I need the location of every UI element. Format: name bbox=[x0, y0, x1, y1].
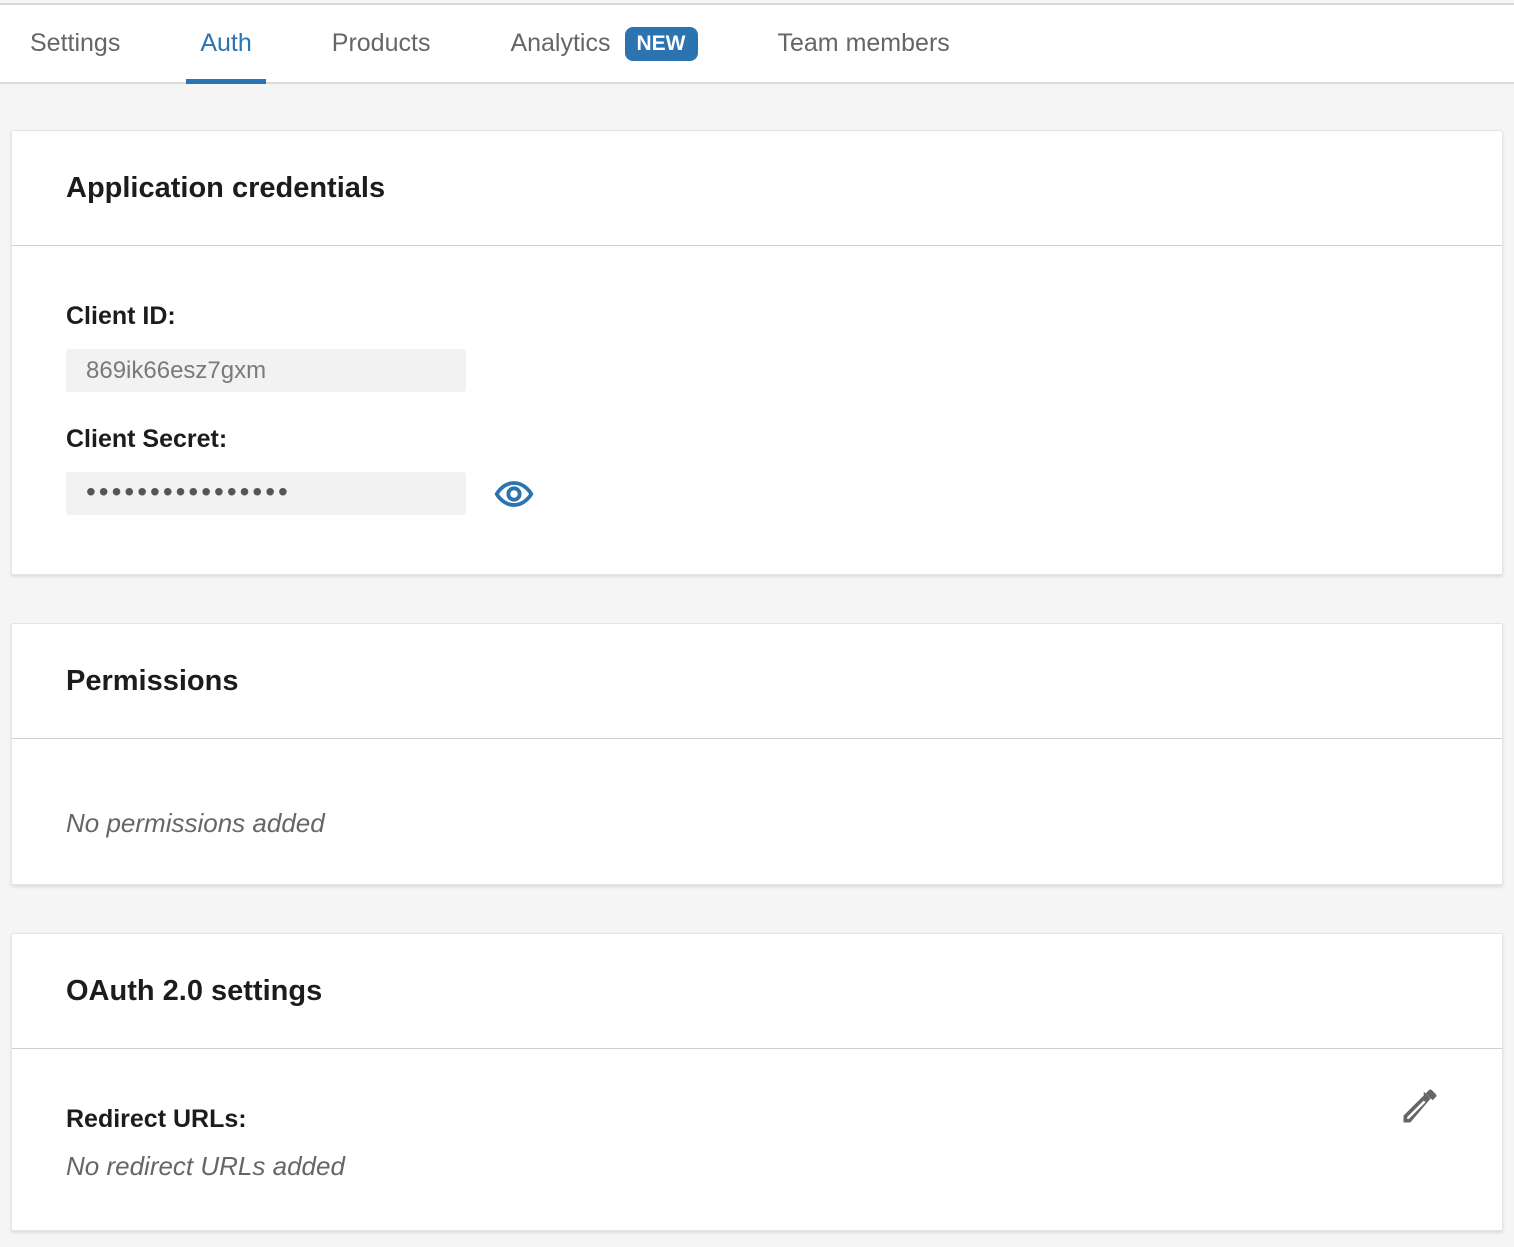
pencil-icon bbox=[1398, 1084, 1442, 1128]
application-credentials-card: Application credentials Client ID: 869ik… bbox=[11, 130, 1503, 575]
application-credentials-title: Application credentials bbox=[66, 172, 385, 205]
tab-products-label: Products bbox=[332, 29, 431, 58]
client-id-field[interactable]: 869ik66esz7gxm bbox=[66, 349, 466, 392]
oauth-settings-card: OAuth 2.0 settings Redirect URLs: No red… bbox=[11, 933, 1503, 1231]
reveal-secret-button[interactable] bbox=[494, 474, 534, 514]
permissions-title: Permissions bbox=[66, 665, 238, 698]
client-secret-label: Client Secret: bbox=[66, 425, 1448, 454]
eye-icon bbox=[494, 474, 534, 514]
redirect-urls-label: Redirect URLs: bbox=[66, 1105, 1448, 1134]
tab-products[interactable]: Products bbox=[332, 5, 431, 82]
oauth-settings-title: OAuth 2.0 settings bbox=[66, 975, 322, 1008]
auth-tab-content: Application credentials Client ID: 869ik… bbox=[0, 84, 1514, 1245]
tab-auth-label: Auth bbox=[200, 29, 251, 58]
tab-team-members[interactable]: Team members bbox=[778, 5, 950, 82]
edit-redirect-urls-button[interactable] bbox=[1398, 1084, 1442, 1128]
client-id-label: Client ID: bbox=[66, 302, 1448, 331]
client-secret-field[interactable]: •••••••••••••••• bbox=[66, 472, 466, 515]
oauth-settings-body: Redirect URLs: No redirect URLs added bbox=[12, 1049, 1502, 1230]
redirect-urls-empty-text: No redirect URLs added bbox=[66, 1151, 1448, 1181]
tab-settings[interactable]: Settings bbox=[30, 5, 120, 82]
permissions-body: No permissions added bbox=[12, 739, 1502, 884]
application-credentials-body: Client ID: 869ik66esz7gxm Client Secret:… bbox=[12, 246, 1502, 574]
tab-auth[interactable]: Auth bbox=[200, 5, 251, 82]
application-credentials-header: Application credentials bbox=[12, 131, 1502, 246]
permissions-card: Permissions No permissions added bbox=[11, 623, 1503, 885]
tab-settings-label: Settings bbox=[30, 29, 120, 58]
tab-analytics[interactable]: Analytics NEW bbox=[510, 5, 697, 82]
client-id-value: 869ik66esz7gxm bbox=[86, 357, 266, 385]
tab-bar: Settings Auth Products Analytics NEW Tea… bbox=[0, 3, 1514, 84]
new-badge: NEW bbox=[625, 27, 698, 61]
oauth-settings-header: OAuth 2.0 settings bbox=[12, 934, 1502, 1049]
permissions-header: Permissions bbox=[12, 624, 1502, 739]
permissions-empty-text: No permissions added bbox=[66, 808, 1448, 838]
client-secret-masked-value: •••••••••••••••• bbox=[86, 478, 291, 506]
client-secret-row: •••••••••••••••• bbox=[66, 472, 1448, 515]
tab-analytics-label: Analytics bbox=[510, 29, 610, 58]
tab-team-members-label: Team members bbox=[778, 29, 950, 58]
